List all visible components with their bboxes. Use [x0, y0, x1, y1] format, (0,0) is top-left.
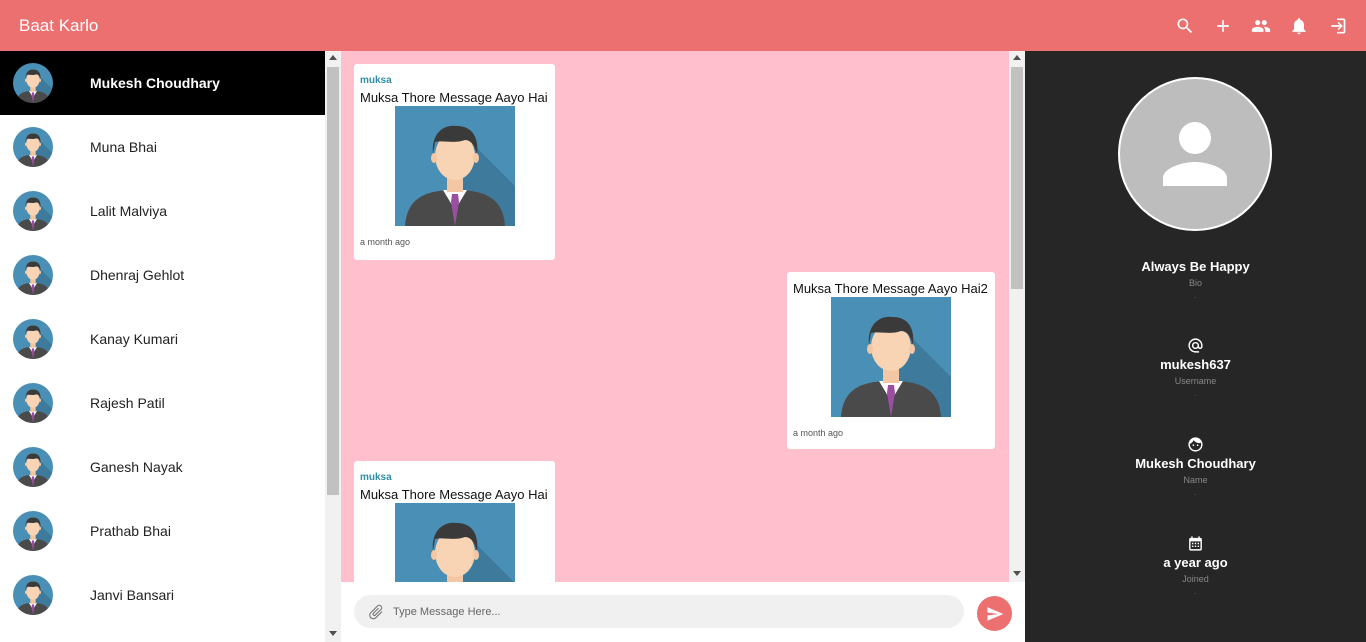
- app-title: Baat Karlo: [19, 15, 99, 35]
- profile-joined: a year ago Joined .: [1025, 535, 1366, 596]
- contact-list: Mukesh Choudhary Muna Bhai Lalit Malviya…: [0, 51, 325, 627]
- contact-name: Lalit Malviya: [90, 203, 168, 219]
- profile-panel: Always Be Happy Bio . mukesh637 Username…: [1025, 51, 1366, 642]
- contact-item[interactable]: Prathab Bhai: [0, 499, 325, 563]
- contact-item[interactable]: Janvi Bansari: [0, 563, 325, 627]
- separator-dot: .: [1194, 586, 1197, 596]
- avatar: [13, 319, 53, 359]
- contact-name: Prathab Bhai: [90, 523, 171, 539]
- bio-label: Bio: [1188, 278, 1202, 288]
- profile-bio: Always Be Happy Bio .: [1025, 257, 1366, 300]
- avatar: [13, 511, 53, 551]
- send-icon: [987, 606, 1003, 621]
- scroll-up-icon[interactable]: [1013, 55, 1021, 60]
- message-time: a month ago: [793, 428, 844, 438]
- contact-name: Dhenraj Gehlot: [90, 267, 185, 283]
- scrollbar-thumb[interactable]: [1011, 67, 1023, 289]
- contact-name: Janvi Bansari: [90, 587, 175, 603]
- name-label: Name: [1183, 475, 1208, 485]
- profile-name: Mukesh Choudhary Name .: [1025, 436, 1366, 497]
- avatar: [13, 575, 53, 615]
- message-sender: muksa: [360, 472, 392, 483]
- message-bubble: Muksa Thore Message Aayo Hai2 a month ag…: [787, 272, 995, 449]
- message-image[interactable]: [831, 297, 951, 417]
- add-icon[interactable]: [1212, 15, 1234, 37]
- message-input-wrap: [354, 595, 964, 628]
- profile-username: mukesh637 Username .: [1025, 337, 1366, 398]
- message-area: muksa Muksa Thore Message Aayo Hai a mon…: [341, 51, 1009, 582]
- message-text: Muksa Thore Message Aayo Hai2: [793, 281, 988, 296]
- avatar: [13, 63, 53, 103]
- chat-scrollbar[interactable]: [1009, 51, 1025, 582]
- avatar: [13, 255, 53, 295]
- sidebar-scrollbar[interactable]: [325, 51, 341, 642]
- face-icon: [1025, 436, 1366, 454]
- top-actions: [1158, 0, 1348, 51]
- contact-item[interactable]: Mukesh Choudhary: [0, 51, 325, 115]
- separator-dot: .: [1194, 290, 1197, 300]
- message-time: a month ago: [360, 237, 411, 247]
- message-text: Muksa Thore Message Aayo Hai: [360, 90, 548, 105]
- message-image[interactable]: [395, 106, 515, 226]
- scroll-up-icon[interactable]: [329, 55, 337, 60]
- attachment-icon[interactable]: [367, 603, 385, 621]
- top-bar: Baat Karlo: [0, 0, 1366, 51]
- logout-icon[interactable]: [1326, 15, 1348, 37]
- avatar: [13, 383, 53, 423]
- contact-name: Rajesh Patil: [90, 395, 165, 411]
- send-button[interactable]: [977, 596, 1012, 631]
- avatar: [13, 127, 53, 167]
- calendar-icon: [1025, 535, 1366, 553]
- message-input[interactable]: [393, 605, 953, 618]
- contact-name: Kanay Kumari: [90, 331, 178, 347]
- contact-item[interactable]: Dhenraj Gehlot: [0, 243, 325, 307]
- profile-avatar: [1118, 77, 1272, 231]
- chat-panel: muksa Muksa Thore Message Aayo Hai a mon…: [341, 51, 1025, 642]
- scroll-down-icon[interactable]: [1013, 571, 1021, 576]
- message-sender: muksa: [360, 75, 392, 86]
- scrollbar-thumb[interactable]: [327, 67, 339, 495]
- avatar: [13, 191, 53, 231]
- scroll-down-icon[interactable]: [329, 631, 337, 636]
- message-bubble: muksa Muksa Thore Message Aayo Hai a mon…: [354, 64, 555, 260]
- group-icon[interactable]: [1250, 15, 1272, 37]
- contact-item[interactable]: Kanay Kumari: [0, 307, 325, 371]
- contact-name: Muna Bhai: [90, 139, 157, 155]
- contact-name: Mukesh Choudhary: [90, 75, 220, 91]
- message-image[interactable]: [395, 503, 515, 582]
- contact-item[interactable]: Lalit Malviya: [0, 179, 325, 243]
- contact-item[interactable]: Muna Bhai: [0, 115, 325, 179]
- name-value: Mukesh Choudhary: [1135, 456, 1256, 471]
- username-label: Username: [1174, 376, 1217, 386]
- person-icon: [1163, 122, 1227, 186]
- search-icon[interactable]: [1174, 15, 1196, 37]
- bell-icon[interactable]: [1288, 15, 1310, 37]
- username-value: mukesh637: [1160, 357, 1231, 372]
- contacts-sidebar: Mukesh Choudhary Muna Bhai Lalit Malviya…: [0, 51, 341, 642]
- bio-value: Always Be Happy: [1141, 259, 1250, 274]
- contact-item[interactable]: Rajesh Patil: [0, 371, 325, 435]
- at-icon: [1025, 337, 1366, 355]
- contact-name: Ganesh Nayak: [90, 459, 183, 475]
- message-composer: [341, 582, 1025, 642]
- contact-item[interactable]: Ganesh Nayak: [0, 435, 325, 499]
- separator-dot: .: [1194, 487, 1197, 497]
- separator-dot: .: [1194, 388, 1197, 398]
- joined-label: Joined: [1182, 574, 1209, 584]
- message-bubble: muksa Muksa Thore Message Aayo Hai: [354, 461, 555, 582]
- avatar: [13, 447, 53, 487]
- message-text: Muksa Thore Message Aayo Hai: [360, 487, 548, 502]
- joined-value: a year ago: [1163, 555, 1228, 570]
